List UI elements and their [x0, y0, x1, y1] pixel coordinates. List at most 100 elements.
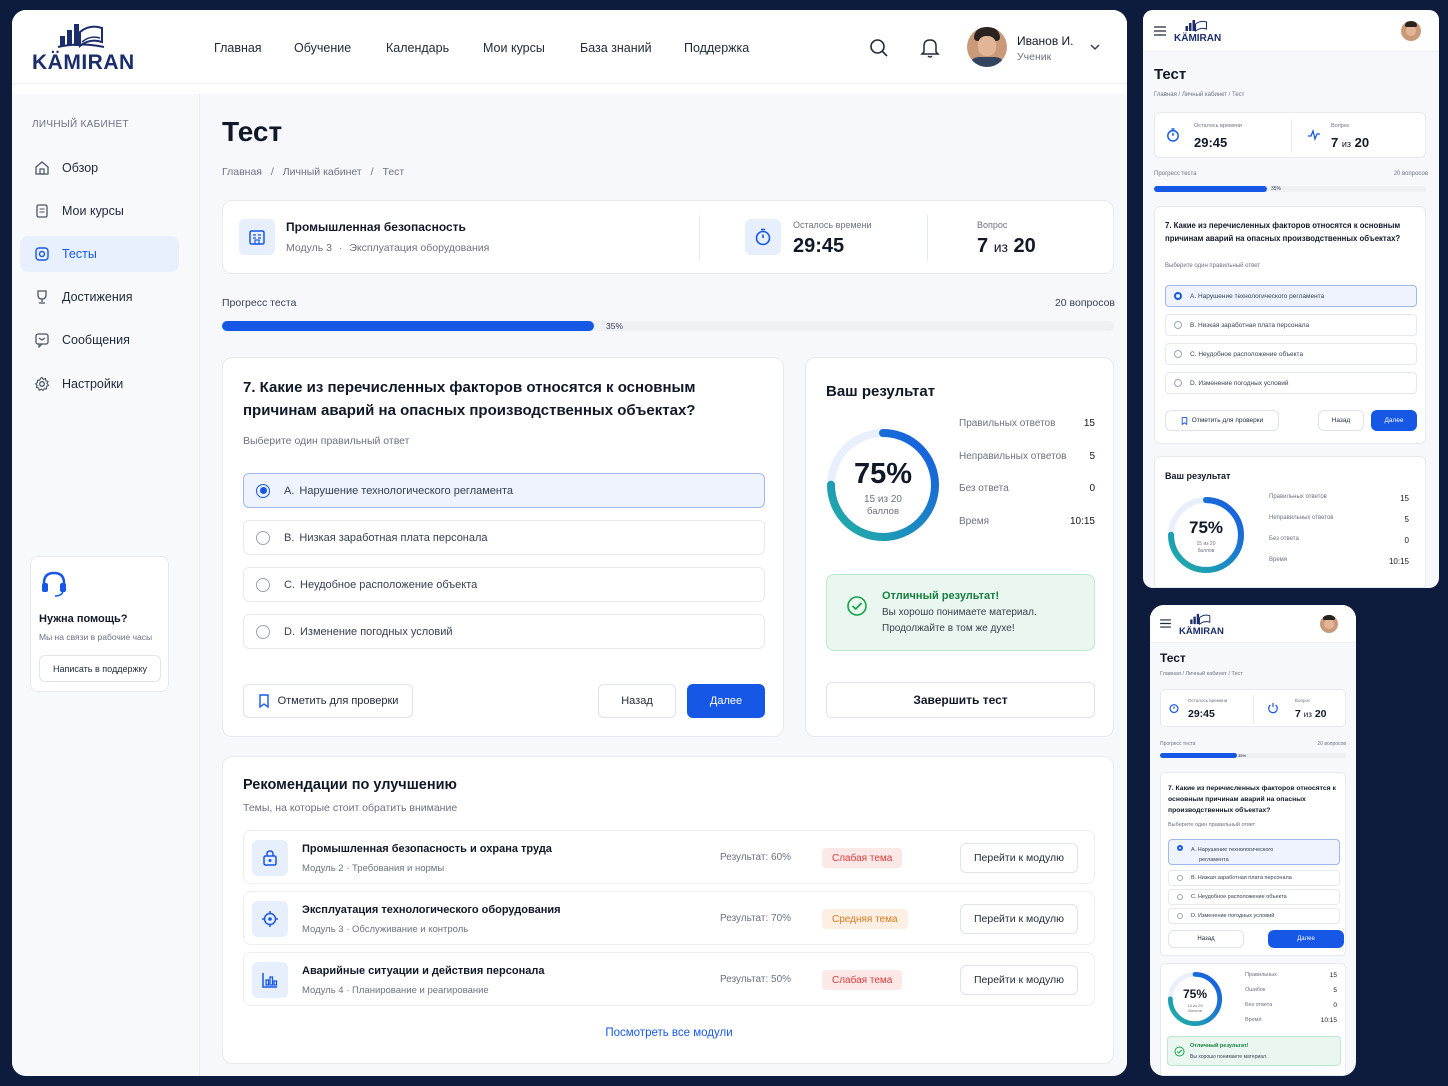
- rec-result: Результат: 60%: [720, 852, 792, 863]
- result-card: Ваш результат 75% 15 из 20 баллов Правил…: [805, 357, 1114, 737]
- sidebar-item-my-courses[interactable]: Мои курсы: [20, 193, 179, 229]
- divider: [699, 215, 700, 261]
- answer-option-d[interactable]: D. Изменение погодных условий: [243, 614, 765, 649]
- timer-icon-box: [745, 219, 781, 255]
- tablet-window: KÄMIRAN Тест Главная / Личный кабинет / …: [1143, 10, 1439, 588]
- breadcrumb-account[interactable]: Личный кабинет: [283, 166, 362, 178]
- radio-button[interactable]: [256, 483, 270, 498]
- menu-icon[interactable]: [1154, 26, 1166, 36]
- search-icon[interactable]: [869, 38, 889, 58]
- mark-for-review-button[interactable]: Отметить для проверки: [1165, 410, 1279, 431]
- success-title: Отличный результат!: [882, 590, 1000, 602]
- success-title: Отличный результат!: [1190, 1043, 1249, 1049]
- help-support-button[interactable]: Написать в поддержку: [39, 655, 161, 682]
- next-button[interactable]: Далее: [1268, 930, 1344, 948]
- question-text: 7. Какие из перечисленных факторов относ…: [1168, 785, 1336, 814]
- radio-button[interactable]: [256, 530, 270, 545]
- sidebar-item-tests[interactable]: Тесты: [20, 236, 179, 272]
- answer-option-d[interactable]: D. Изменение погодных условий: [1168, 908, 1340, 924]
- success-alert: Отличный результат! Вы хорошо понимаете …: [1167, 1036, 1341, 1066]
- answer-option-c[interactable]: C. Неудобное расположение объекта: [243, 567, 765, 602]
- menu-icon[interactable]: [1160, 619, 1171, 628]
- sidebar: ЛИЧНЫЙ КАБИНЕТ Обзор Мои курсы Тесты Дос…: [12, 94, 200, 1076]
- message-icon: [35, 333, 49, 348]
- answer-option-a[interactable]: A. Нарушение технологического регламента: [243, 473, 765, 508]
- stat-correct: Правильных ответов 15: [1269, 494, 1409, 503]
- question-counter: 7 из 20: [977, 235, 1036, 258]
- back-button[interactable]: Назад: [598, 684, 676, 718]
- tablet-header: KÄMIRAN: [1143, 10, 1439, 52]
- sidebar-item-achievements[interactable]: Достижения: [20, 279, 179, 315]
- course-topic: Эксплуатация оборудования: [349, 242, 490, 254]
- nav-calendar[interactable]: Календарь: [386, 41, 449, 55]
- recommendations-card: Рекомендации по улучшению Темы, на котор…: [222, 756, 1114, 1064]
- avatar[interactable]: [967, 27, 1007, 67]
- rec-meta: Модуль 2 · Требования и нормы: [302, 863, 445, 874]
- avatar[interactable]: [1401, 21, 1421, 41]
- nav-knowledge-base[interactable]: База знаний: [580, 41, 652, 55]
- brand-logo[interactable]: KÄMIRAN: [32, 20, 142, 74]
- question-card: 7. Какие из перечисленных факторов относ…: [222, 357, 784, 737]
- rec-result: Результат: 50%: [720, 974, 792, 985]
- radio-button[interactable]: [256, 577, 270, 592]
- divider: [1291, 119, 1292, 153]
- lock-icon: [263, 850, 277, 866]
- pulse-icon: [1308, 128, 1320, 142]
- stat-correct: Правильных ответов 15: [959, 418, 1095, 429]
- go-to-module-button[interactable]: Перейти к модулю: [960, 843, 1078, 873]
- back-button[interactable]: Назад: [1168, 930, 1244, 948]
- sidebar-item-label: Настройки: [62, 377, 124, 391]
- book-icon: [36, 204, 48, 218]
- help-text: Мы на связи в рабочие часы: [39, 632, 153, 642]
- course-icon-box: [239, 219, 275, 255]
- question-counter-label: Вопрос: [977, 220, 1008, 230]
- next-button[interactable]: Далее: [687, 684, 765, 718]
- nav-my-courses[interactable]: Мои курсы: [483, 41, 545, 55]
- book-logo-icon: [1190, 613, 1211, 626]
- nav-support[interactable]: Поддержка: [684, 41, 749, 55]
- go-to-module-button[interactable]: Перейти к модулю: [960, 904, 1078, 934]
- answer-option-a[interactable]: A. Нарушение технологического регламента: [1168, 839, 1340, 865]
- answer-option-a[interactable]: A. Нарушение технологического регламента: [1165, 285, 1417, 307]
- sidebar-item-settings[interactable]: Настройки: [20, 366, 179, 402]
- course-module: Модуль 3: [286, 242, 332, 254]
- answer-option-d[interactable]: D. Изменение погодных условий: [1165, 372, 1417, 394]
- mark-for-review-button[interactable]: Отметить для проверки: [243, 684, 413, 718]
- breadcrumb-home[interactable]: Главная: [222, 166, 262, 178]
- result-percent: 75%: [1188, 518, 1224, 537]
- chevron-down-icon[interactable]: [1090, 43, 1100, 51]
- finish-test-button[interactable]: Завершить тест: [826, 682, 1095, 718]
- back-button[interactable]: Назад: [1318, 410, 1364, 431]
- radio-button[interactable]: [256, 624, 270, 639]
- stat-unanswered: Без ответа 0: [1245, 1002, 1337, 1009]
- answer-option-b[interactable]: B. Низкая заработная плата персонала: [1165, 314, 1417, 336]
- next-button[interactable]: Далее: [1371, 410, 1417, 431]
- sidebar-item-messages[interactable]: Сообщения: [20, 322, 179, 358]
- stopwatch-icon: [1169, 704, 1179, 714]
- option-letter: B.: [284, 531, 295, 544]
- answer-option-c[interactable]: C. Неудобное расположение объекта: [1168, 889, 1340, 905]
- rec-title: Аварийные ситуации и действия персонала: [302, 965, 545, 977]
- view-all-modules-link[interactable]: Посмотреть все модули: [223, 1027, 1115, 1039]
- answer-option-c[interactable]: C. Неудобное расположение объекта: [1165, 343, 1417, 365]
- bell-icon[interactable]: [920, 37, 940, 59]
- nav-home[interactable]: Главная: [214, 41, 262, 55]
- option-letter: D.: [284, 625, 295, 638]
- go-to-module-button[interactable]: Перейти к модулю: [960, 965, 1078, 995]
- question-hint: Выберите один правильный ответ: [1168, 822, 1256, 828]
- check-circle-icon: [1174, 1046, 1185, 1057]
- result-percent: 75%: [853, 458, 913, 490]
- timer-label: Осталось времени: [1188, 698, 1228, 703]
- answer-option-b[interactable]: B. Низкая заработная плата персонала: [243, 520, 765, 555]
- sidebar-item-overview[interactable]: Обзор: [20, 150, 179, 186]
- desktop-window: KÄMIRAN Главная Обучение Календарь Мои к…: [12, 10, 1127, 1076]
- success-line2: Продолжайте в том же духе!: [882, 623, 1015, 634]
- user-role: Ученик: [1017, 51, 1052, 63]
- rec-icon-box: [252, 962, 288, 998]
- nav-learning[interactable]: Обучение: [294, 41, 351, 55]
- option-letter: C.: [284, 578, 295, 591]
- avatar[interactable]: [1320, 615, 1338, 633]
- question-counter: 7 из 20: [1331, 135, 1370, 150]
- rec-icon-box: [252, 840, 288, 876]
- answer-option-b[interactable]: B. Низкая заработная плата персонала: [1168, 870, 1340, 886]
